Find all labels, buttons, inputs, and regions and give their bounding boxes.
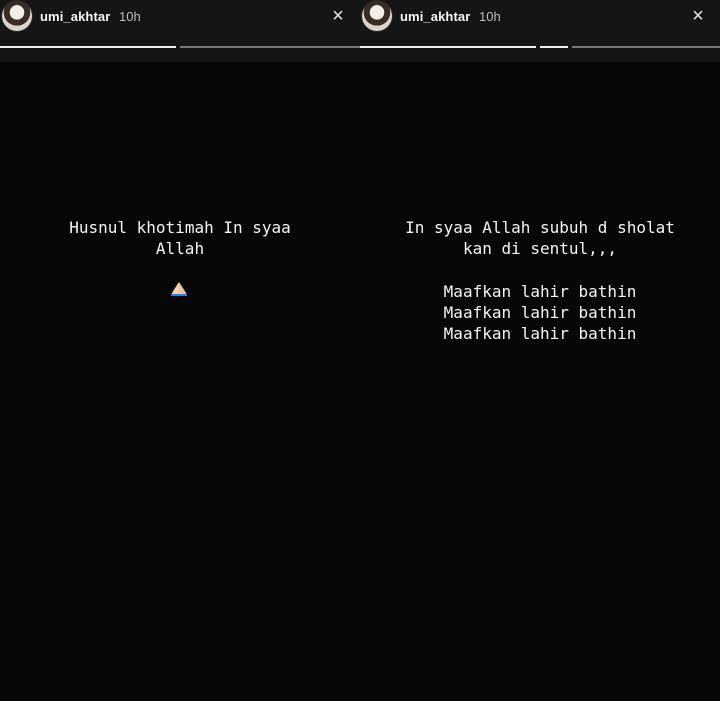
story-progress [0, 46, 360, 48]
story-header: umi_akhtar 10h × [0, 0, 360, 62]
close-icon[interactable]: × [327, 5, 349, 27]
progress-segment [0, 46, 176, 48]
story-time: 10h [119, 9, 141, 24]
story-time: 10h [479, 9, 501, 24]
story-text-repeat: Maafkan lahir bathin Maafkan lahir bathi… [443, 282, 637, 343]
username[interactable]: umi_akhtar [40, 9, 110, 24]
stories-viewer: umi_akhtar 10h × Husnul khotimah In syaa… [0, 0, 720, 701]
story-panel-1[interactable]: umi_akhtar 10h × Husnul khotimah In syaa… [0, 0, 360, 701]
story-panel-2[interactable]: umi_akhtar 10h × In syaa Allah subuh d s… [360, 0, 720, 701]
story-text: Husnul khotimah In syaa Allah [69, 218, 291, 258]
progress-segment [572, 46, 720, 48]
story-text: In syaa Allah subuh d sholat kan di sent… [405, 218, 675, 258]
progress-segment [180, 46, 360, 48]
folded-hands-icon [171, 282, 187, 296]
story-progress [360, 46, 720, 48]
avatar[interactable] [2, 1, 32, 31]
close-icon[interactable]: × [687, 5, 709, 27]
progress-segment [360, 46, 536, 48]
progress-segment [540, 46, 568, 48]
story-header: umi_akhtar 10h × [360, 0, 720, 62]
username[interactable]: umi_akhtar [400, 9, 470, 24]
avatar[interactable] [362, 1, 392, 31]
